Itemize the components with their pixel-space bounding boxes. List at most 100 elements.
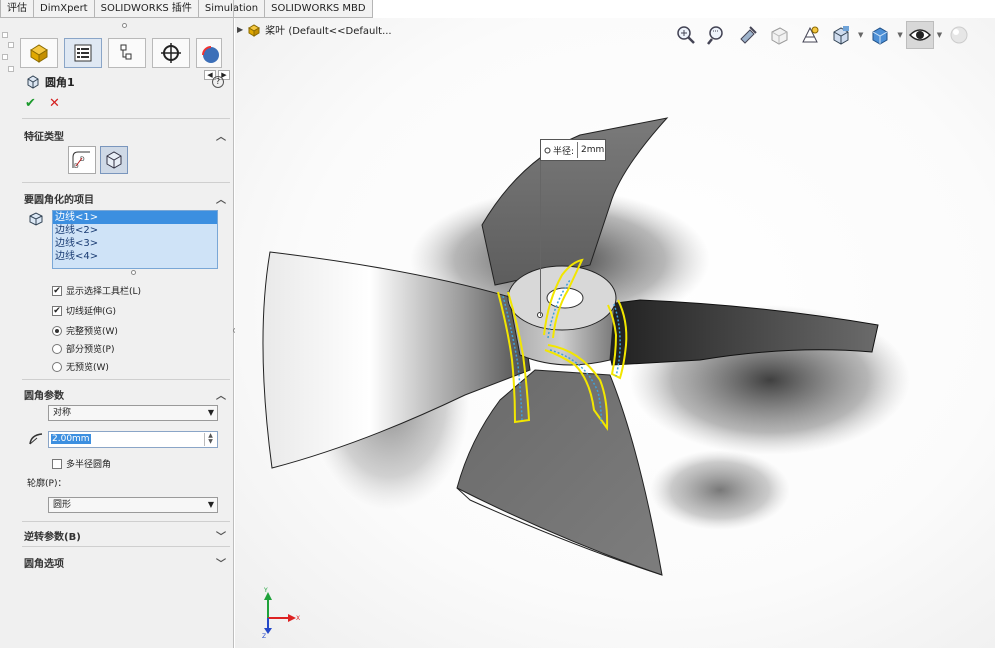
edge-selection-list[interactable]: 边线<1> 边线<2> 边线<3> 边线<4>	[52, 210, 218, 269]
collapse-icon: ︿	[216, 195, 226, 206]
feature-title: 圆角1	[26, 74, 75, 90]
tangent-propagation-checkbox[interactable]: ✔ 切线延伸(G)	[52, 304, 116, 317]
feature-manager-tab[interactable]	[20, 38, 58, 68]
fillet-params-section-header[interactable]: 圆角参数 ︿	[24, 387, 230, 402]
list-item[interactable]: 边线<4>	[53, 250, 217, 263]
previous-view-button[interactable]	[734, 21, 762, 49]
ok-button[interactable]: ✔	[25, 96, 36, 111]
chevron-down-icon[interactable]: ▼	[858, 31, 863, 39]
configuration-icon	[120, 44, 132, 60]
symmetry-value: 对称	[53, 408, 72, 418]
callout-label: 半径:	[553, 146, 575, 157]
radius-value[interactable]: 2.00mm	[51, 434, 91, 444]
panel-resize-handle[interactable]	[122, 23, 127, 28]
chevron-down-icon: ▼	[207, 500, 214, 509]
radius-callout[interactable]: 半径: 2mm	[540, 139, 606, 161]
divider	[22, 118, 230, 119]
cancel-button[interactable]: ✕	[49, 96, 60, 111]
divider	[22, 182, 230, 183]
section-view-icon	[771, 27, 788, 45]
fillet-xpert-button[interactable]	[100, 146, 128, 174]
section-view-button[interactable]	[765, 21, 793, 49]
full-preview-label: 完整预览(W)	[66, 327, 118, 337]
partial-preview-label: 部分预览(P)	[66, 345, 115, 355]
divider	[22, 379, 230, 380]
list-item[interactable]: 边线<3>	[53, 237, 217, 250]
partial-preview-radio[interactable]: 部分预览(P)	[52, 342, 114, 355]
graphics-viewport[interactable]: ▼ ▼ ▼ 半径: 2mm Y X Z	[235, 18, 995, 648]
divider	[22, 546, 230, 547]
property-manager-tab[interactable]	[64, 38, 102, 68]
fillet-cube-icon	[106, 151, 122, 169]
setback-section-header[interactable]: 逆转参数(B) ﹀	[24, 528, 230, 543]
radio-unselected[interactable]	[52, 343, 62, 354]
panel-splitter[interactable]	[233, 0, 234, 648]
checkbox-checked[interactable]: ✔	[52, 285, 62, 296]
hide-show-items-button[interactable]	[905, 21, 934, 49]
manual-fillet-button[interactable]: DD	[68, 146, 96, 174]
show-toolbar-checkbox[interactable]: ✔ 显示选择工具栏(L)	[52, 284, 141, 297]
propeller-model	[262, 117, 910, 576]
tab-dimxpert[interactable]: DimXpert	[33, 0, 95, 18]
dynamic-annotation-button[interactable]	[796, 21, 824, 49]
multi-radius-label: 多半径圆角	[66, 460, 112, 470]
callout-value[interactable]: 2mm	[577, 142, 605, 158]
checkbox-unchecked[interactable]	[52, 458, 62, 469]
items-to-fillet-label: 要圆角化的项目	[24, 195, 94, 206]
pin-icon	[544, 147, 551, 153]
tab-evaluate[interactable]: 评估	[0, 0, 34, 18]
list-resize-handle[interactable]	[131, 270, 136, 275]
chevron-down-icon[interactable]: ▼	[897, 31, 902, 39]
radio-selected[interactable]	[52, 325, 62, 336]
help-button[interactable]: ?	[212, 76, 224, 88]
tab-solidworks-mbd[interactable]: SOLIDWORKS MBD	[264, 0, 373, 18]
feature-type-label: 特征类型	[24, 132, 64, 143]
profile-value: 圆形	[53, 500, 72, 510]
radius-input[interactable]: 2.00mm ▲ ▼	[48, 431, 218, 448]
chevron-down-icon: ▼	[207, 408, 214, 417]
list-item[interactable]: 边线<1>	[53, 211, 217, 224]
profile-select[interactable]: 圆形 ▼	[48, 497, 218, 513]
collapse-icon: ︿	[216, 391, 226, 402]
feature-tree-flyout[interactable]: ▶ 桨叶 (Default<<Default...	[237, 22, 392, 37]
view-orientation-button[interactable]	[827, 21, 855, 49]
multi-radius-checkbox[interactable]: 多半径圆角	[52, 457, 111, 470]
display-style-button[interactable]	[866, 21, 894, 49]
list-item[interactable]: 边线<2>	[53, 224, 217, 237]
items-to-fillet-section-header[interactable]: 要圆角化的项目 ︿	[24, 191, 230, 206]
z-axis-label: Z	[262, 633, 266, 638]
tangent-propagation-label: 切线延伸(G)	[66, 307, 116, 317]
command-manager-tabs: 评估 DimXpert SOLIDWORKS 插件 Simulation SOL…	[0, 0, 373, 18]
display-manager-tab[interactable]	[196, 38, 222, 68]
spinner-icon[interactable]: ▲ ▼	[204, 433, 216, 446]
zoom-area-button[interactable]	[703, 21, 731, 49]
tree-ghost	[0, 30, 20, 90]
tab-simulation[interactable]: Simulation	[197, 0, 266, 18]
feature-type-section-header[interactable]: 特征类型 ︿	[24, 128, 230, 143]
expand-caret-icon[interactable]: ▶	[237, 25, 243, 34]
svg-text:D: D	[74, 163, 79, 170]
feature-tree-icon	[30, 44, 48, 63]
eye-icon	[908, 29, 931, 41]
configuration-manager-tab[interactable]	[108, 38, 146, 68]
reference-triad: Y X Z	[262, 587, 300, 638]
symmetry-select[interactable]: 对称 ▼	[48, 405, 218, 421]
edge-selection-icon	[29, 212, 43, 226]
appearance-button[interactable]	[945, 21, 973, 49]
zoom-to-fit-button[interactable]	[672, 21, 700, 49]
zoom-fit-icon	[677, 26, 695, 44]
divider	[22, 521, 230, 522]
setback-label: 逆转参数(B)	[24, 532, 81, 543]
part-name[interactable]: 桨叶 (Default<<Default...	[265, 22, 391, 37]
chevron-down-icon[interactable]: ▼	[937, 31, 942, 39]
fillet-options-section-header[interactable]: 圆角选项 ﹀	[24, 555, 230, 570]
dimxpert-manager-tab[interactable]	[152, 38, 190, 68]
profile-label: 轮廓(P)：	[27, 479, 67, 489]
checkbox-checked[interactable]: ✔	[52, 305, 62, 316]
full-preview-radio[interactable]: 完整预览(W)	[52, 324, 118, 337]
radio-unselected[interactable]	[52, 361, 62, 372]
no-preview-radio[interactable]: 无预览(W)	[52, 360, 109, 373]
blade-bottom	[456, 369, 663, 576]
tab-solidworks-addins[interactable]: SOLIDWORKS 插件	[93, 0, 199, 18]
collapse-icon: ︿	[216, 132, 226, 143]
